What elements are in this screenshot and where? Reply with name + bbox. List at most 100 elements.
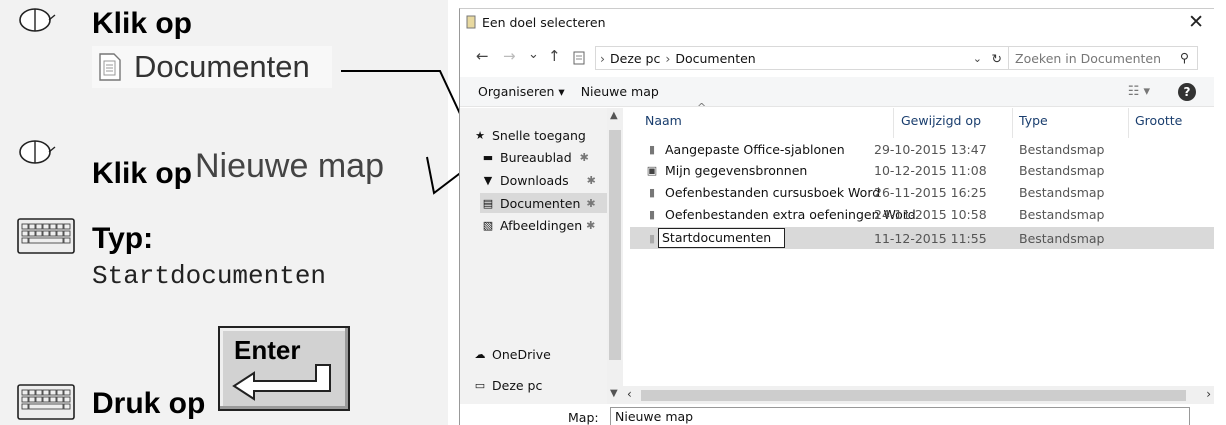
file-type: Bestandsmap	[1019, 206, 1105, 222]
search-input[interactable]: Zoeken in Documenten ⚲	[1008, 46, 1198, 70]
file-type: Bestandsmap	[1019, 230, 1105, 246]
new-folder-button[interactable]: Nieuwe map	[581, 84, 659, 99]
folder-field[interactable]: Nieuwe map	[610, 407, 1190, 425]
step4-action: Druk op	[92, 387, 206, 420]
select-target-dialog: Een doel selecteren ✕ ← → ⌄ ↑ › Deze pc …	[459, 8, 1214, 425]
documenten-sample: Documenten	[92, 46, 332, 88]
folder-app-icon	[466, 15, 476, 29]
nav-item-label: Downloads	[500, 172, 569, 188]
organize-button[interactable]: Organiseren ▾	[478, 84, 565, 99]
pin-icon: ✱	[579, 150, 589, 164]
step2-action: Klik op	[92, 157, 193, 190]
nav-item-label: Deze pc	[492, 377, 543, 393]
scroll-left-icon[interactable]: ‹	[627, 387, 632, 401]
scroll-down-icon[interactable]: ▼	[610, 388, 618, 399]
file-modified: 10-12-2015 11:08	[874, 162, 987, 178]
recent-locations-icon[interactable]: ⌄	[528, 47, 539, 62]
document-icon	[99, 53, 121, 81]
pin-icon: ✱	[586, 173, 596, 187]
nav-item-downloads[interactable]: ▼ Downloads ✱	[480, 170, 596, 190]
file-row[interactable]: ▣ Mijn gegevensbronnen 10-12-2015 11:08 …	[630, 159, 1214, 181]
command-bar: Organiseren ▾ Nieuwe map ☷ ▾ ?	[460, 77, 1214, 107]
nav-item-deze-pc[interactable]: ▭ Deze pc	[472, 375, 543, 395]
document-icon: ▤	[482, 196, 494, 210]
location-icon	[573, 51, 585, 65]
breadcrumb-documenten[interactable]: Documenten	[675, 51, 755, 66]
address-bar[interactable]: › Deze pc › Documenten ⌄ ↻	[595, 46, 1009, 70]
nieuwe-map-sample: Nieuwe map	[195, 147, 384, 185]
nav-item-afbeeldingen[interactable]: ▧ Afbeeldingen ✱	[480, 215, 596, 235]
return-arrow-icon	[232, 364, 331, 401]
rename-input[interactable]: Startdocumenten	[658, 228, 785, 248]
view-options-icon[interactable]: ☷ ▾	[1128, 84, 1150, 99]
image-icon: ▧	[482, 218, 494, 232]
file-modified: 26-11-2015 16:25	[874, 184, 987, 200]
nav-scrollbar[interactable]: ▲ ▼	[607, 108, 623, 404]
enter-key-icon: Enter	[218, 326, 350, 411]
file-type: Bestandsmap	[1019, 184, 1105, 200]
column-header-type[interactable]: Type	[1019, 113, 1048, 128]
step3-action: Typ:	[92, 222, 154, 255]
back-arrow-icon[interactable]: ←	[476, 47, 489, 65]
file-name: Oefenbestanden cursusboek Word	[665, 184, 881, 200]
instruction-panel: Klik op Documenten Klik op Nieuwe map Ty…	[0, 0, 448, 425]
column-divider[interactable]	[1128, 108, 1129, 138]
breadcrumb-deze-pc[interactable]: Deze pc	[610, 51, 660, 66]
list-scrollbar[interactable]: ‹ ›	[623, 386, 1214, 404]
up-arrow-icon[interactable]: ↑	[548, 47, 561, 65]
pin-icon: ✱	[586, 196, 596, 210]
file-row[interactable]: ▮ Oefenbestanden extra oefeningen Word 2…	[630, 203, 1214, 225]
nav-item-label: Afbeeldingen	[500, 217, 583, 233]
file-row[interactable]: ▮ Aangepaste Office-sjablonen 29-10-2015…	[630, 138, 1214, 160]
search-icon[interactable]: ⚲	[1180, 50, 1189, 65]
help-icon[interactable]: ?	[1178, 83, 1196, 101]
nav-item-bureaublad[interactable]: ▬ Bureaublad ✱	[480, 147, 589, 167]
file-modified: 24-11-2015 10:58	[874, 206, 987, 222]
scroll-right-icon[interactable]: ›	[1206, 387, 1211, 401]
nav-item-label: Snelle toegang	[492, 127, 586, 143]
sort-ascending-icon: ^	[697, 101, 707, 114]
documenten-sample-label: Documenten	[134, 49, 310, 84]
titlebar: Een doel selecteren ✕	[460, 9, 1214, 35]
breadcrumb-separator-icon: ›	[600, 50, 605, 66]
nav-item-label: Documenten	[500, 195, 581, 211]
step3-typed-value: Startdocumenten	[92, 261, 327, 291]
forward-arrow-icon[interactable]: →	[503, 47, 516, 65]
mouse-icon	[19, 140, 56, 164]
pin-icon: ✱	[586, 218, 596, 232]
chevron-down-icon[interactable]: ⌄	[973, 52, 982, 65]
nav-item-snelle-toegang[interactable]: ★ Snelle toegang	[472, 125, 586, 145]
column-divider[interactable]	[1012, 108, 1013, 138]
nav-item-documenten[interactable]: ▤ Documenten ✱	[480, 193, 607, 213]
close-icon[interactable]: ✕	[1188, 11, 1204, 33]
column-divider[interactable]	[893, 108, 894, 138]
column-header-name[interactable]: Naam	[645, 113, 682, 128]
folder-icon: ▮	[648, 207, 656, 221]
scrollbar-thumb[interactable]	[609, 130, 621, 360]
file-modified: 29-10-2015 13:47	[874, 141, 987, 157]
file-type: Bestandsmap	[1019, 141, 1105, 157]
nav-item-onedrive[interactable]: ☁ OneDrive	[472, 344, 551, 364]
file-name: Mijn gegevensbronnen	[665, 162, 808, 178]
column-header-size[interactable]: Grootte	[1135, 113, 1182, 128]
file-row-editing[interactable]: ▮ Startdocumenten 11-12-2015 11:55 Besta…	[630, 227, 1214, 249]
folder-icon: ▮	[648, 185, 656, 199]
step1-action: Klik op	[92, 7, 193, 40]
nav-item-label: Bureaublad	[500, 149, 572, 165]
keyboard-icon	[17, 384, 75, 420]
column-header-modified[interactable]: Gewijzigd op	[901, 113, 981, 128]
breadcrumb-separator-icon: ›	[665, 50, 671, 66]
refresh-icon[interactable]: ↻	[992, 51, 1002, 66]
cloud-icon: ☁	[474, 347, 486, 361]
data-source-folder-icon: ▣	[646, 163, 658, 177]
folder-row: Map: Nieuwe map	[460, 407, 1214, 425]
folder-icon: ▮	[648, 231, 656, 245]
computer-icon: ▭	[474, 378, 486, 392]
file-type: Bestandsmap	[1019, 162, 1105, 178]
scrollbar-thumb[interactable]	[641, 390, 1186, 401]
scroll-up-icon[interactable]: ▲	[610, 110, 618, 121]
file-name: Aangepaste Office-sjablonen	[665, 141, 845, 157]
download-icon: ▼	[483, 173, 493, 187]
file-row[interactable]: ▮ Oefenbestanden cursusboek Word 26-11-2…	[630, 181, 1214, 203]
desktop-icon: ▬	[482, 150, 494, 164]
